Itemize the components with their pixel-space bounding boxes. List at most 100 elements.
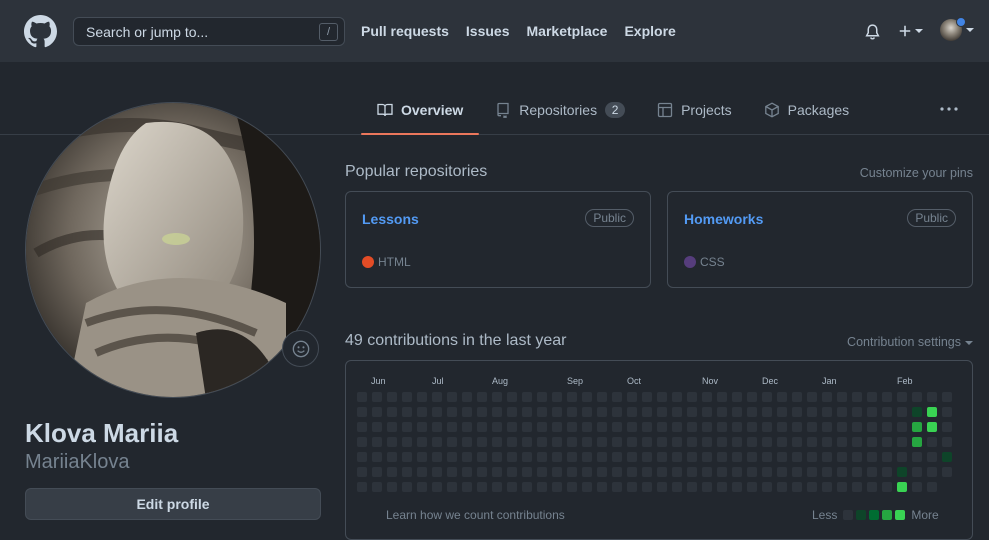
contribution-day-cell[interactable] xyxy=(357,392,367,402)
contribution-day-cell[interactable] xyxy=(927,452,937,462)
contribution-day-cell[interactable] xyxy=(762,482,772,492)
contribution-day-cell[interactable] xyxy=(687,437,697,447)
contribution-day-cell[interactable] xyxy=(372,422,382,432)
contribution-day-cell[interactable] xyxy=(537,482,547,492)
contribution-day-cell[interactable] xyxy=(492,422,502,432)
contribution-day-cell[interactable] xyxy=(912,437,922,447)
contribution-day-cell[interactable] xyxy=(477,407,487,417)
contribution-day-cell[interactable] xyxy=(462,392,472,402)
contribution-day-cell[interactable] xyxy=(447,407,457,417)
contribution-day-cell[interactable] xyxy=(417,422,427,432)
contribution-day-cell[interactable] xyxy=(522,407,532,417)
contribution-day-cell[interactable] xyxy=(477,422,487,432)
contribution-day-cell[interactable] xyxy=(387,452,397,462)
github-logo-icon[interactable] xyxy=(24,15,57,48)
contribution-day-cell[interactable] xyxy=(867,422,877,432)
contribution-day-cell[interactable] xyxy=(942,392,952,402)
contribution-day-cell[interactable] xyxy=(912,467,922,477)
contribution-day-cell[interactable] xyxy=(897,482,907,492)
contribution-day-cell[interactable] xyxy=(657,452,667,462)
contribution-day-cell[interactable] xyxy=(687,407,697,417)
contribution-day-cell[interactable] xyxy=(837,392,847,402)
contribution-day-cell[interactable] xyxy=(357,452,367,462)
contribution-day-cell[interactable] xyxy=(702,482,712,492)
contribution-day-cell[interactable] xyxy=(432,422,442,432)
contribution-day-cell[interactable] xyxy=(717,482,727,492)
contribution-day-cell[interactable] xyxy=(522,392,532,402)
contribution-day-cell[interactable] xyxy=(912,452,922,462)
contribution-day-cell[interactable] xyxy=(927,467,937,477)
contribution-day-cell[interactable] xyxy=(402,467,412,477)
contribution-day-cell[interactable] xyxy=(417,482,427,492)
contribution-day-cell[interactable] xyxy=(372,482,382,492)
contribution-day-cell[interactable] xyxy=(942,422,952,432)
contribution-day-cell[interactable] xyxy=(537,392,547,402)
contribution-day-cell[interactable] xyxy=(582,437,592,447)
contribution-day-cell[interactable] xyxy=(567,422,577,432)
contribution-day-cell[interactable] xyxy=(912,422,922,432)
contribution-day-cell[interactable] xyxy=(492,392,502,402)
contribution-day-cell[interactable] xyxy=(897,437,907,447)
contribution-day-cell[interactable] xyxy=(507,422,517,432)
contribution-day-cell[interactable] xyxy=(807,392,817,402)
contribution-day-cell[interactable] xyxy=(507,437,517,447)
contribution-day-cell[interactable] xyxy=(687,452,697,462)
contribution-day-cell[interactable] xyxy=(657,482,667,492)
contribution-day-cell[interactable] xyxy=(942,452,952,462)
contribution-day-cell[interactable] xyxy=(357,437,367,447)
contribution-day-cell[interactable] xyxy=(777,437,787,447)
contribution-day-cell[interactable] xyxy=(747,452,757,462)
contribution-day-cell[interactable] xyxy=(507,467,517,477)
contribution-day-cell[interactable] xyxy=(687,467,697,477)
contribution-day-cell[interactable] xyxy=(912,482,922,492)
contribution-day-cell[interactable] xyxy=(477,452,487,462)
contribution-day-cell[interactable] xyxy=(507,392,517,402)
contribution-day-cell[interactable] xyxy=(417,452,427,462)
contribution-day-cell[interactable] xyxy=(447,392,457,402)
contribution-day-cell[interactable] xyxy=(927,422,937,432)
contribution-day-cell[interactable] xyxy=(402,452,412,462)
tab-packages[interactable]: Packages xyxy=(748,86,865,134)
contribution-day-cell[interactable] xyxy=(717,392,727,402)
contribution-day-cell[interactable] xyxy=(432,392,442,402)
contribution-day-cell[interactable] xyxy=(462,482,472,492)
contribution-day-cell[interactable] xyxy=(387,482,397,492)
contribution-day-cell[interactable] xyxy=(417,407,427,417)
contribution-day-cell[interactable] xyxy=(717,452,727,462)
contribution-day-cell[interactable] xyxy=(912,392,922,402)
contribution-day-cell[interactable] xyxy=(522,467,532,477)
create-new-dropdown[interactable] xyxy=(898,24,923,38)
tab-overview[interactable]: Overview xyxy=(361,86,480,135)
contribution-day-cell[interactable] xyxy=(492,482,502,492)
contribution-day-cell[interactable] xyxy=(672,482,682,492)
contribution-day-cell[interactable] xyxy=(522,422,532,432)
contribution-day-cell[interactable] xyxy=(717,467,727,477)
learn-contributions-link[interactable]: Learn how we count contributions xyxy=(386,508,565,522)
contribution-day-cell[interactable] xyxy=(612,437,622,447)
contribution-day-cell[interactable] xyxy=(807,437,817,447)
contribution-day-cell[interactable] xyxy=(807,482,817,492)
user-menu-dropdown[interactable] xyxy=(940,17,974,41)
contribution-day-cell[interactable] xyxy=(402,437,412,447)
contribution-day-cell[interactable] xyxy=(912,407,922,417)
contribution-day-cell[interactable] xyxy=(762,407,772,417)
contribution-day-cell[interactable] xyxy=(897,422,907,432)
contribution-day-cell[interactable] xyxy=(507,482,517,492)
contribution-day-cell[interactable] xyxy=(882,437,892,447)
contribution-day-cell[interactable] xyxy=(567,482,577,492)
contribution-day-cell[interactable] xyxy=(372,392,382,402)
contribution-settings-dropdown[interactable]: Contribution settings xyxy=(847,335,973,349)
contribution-day-cell[interactable] xyxy=(582,482,592,492)
more-options-icon[interactable] xyxy=(938,100,960,118)
contribution-day-cell[interactable] xyxy=(402,392,412,402)
contribution-day-cell[interactable] xyxy=(372,407,382,417)
contribution-day-cell[interactable] xyxy=(387,407,397,417)
contribution-day-cell[interactable] xyxy=(882,407,892,417)
contribution-day-cell[interactable] xyxy=(717,407,727,417)
contribution-day-cell[interactable] xyxy=(567,467,577,477)
contribution-day-cell[interactable] xyxy=(387,467,397,477)
contribution-day-cell[interactable] xyxy=(567,452,577,462)
nav-marketplace[interactable]: Marketplace xyxy=(527,23,608,39)
contribution-day-cell[interactable] xyxy=(852,392,862,402)
contribution-day-cell[interactable] xyxy=(897,407,907,417)
